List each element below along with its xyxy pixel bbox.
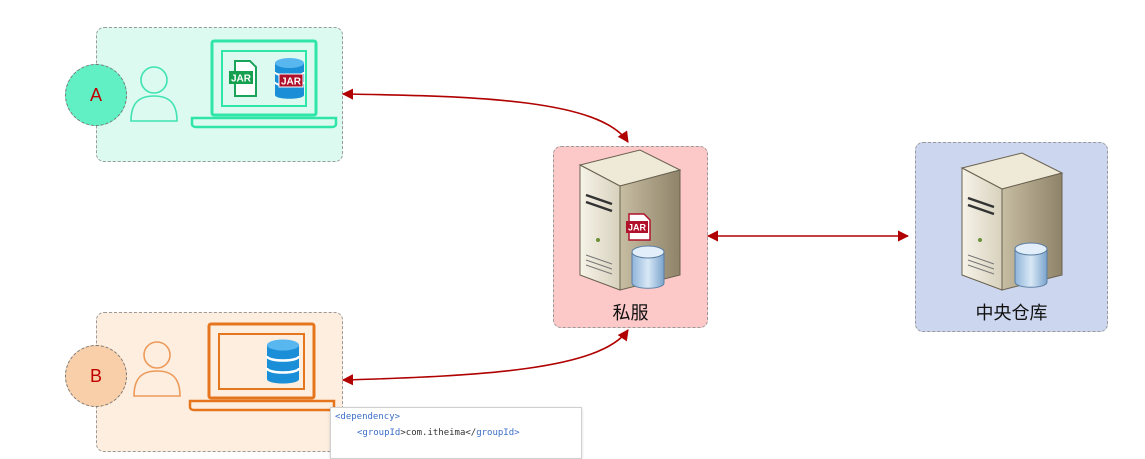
svg-text:JAR: JAR [628, 223, 647, 233]
developer-a-label: A [89, 84, 102, 105]
database-icon [265, 339, 301, 384]
svg-text:JAR: JAR [281, 77, 302, 88]
developer-a-badge: A [65, 64, 127, 126]
jar-file-icon: JAR [229, 60, 257, 97]
dependency-code-snippet: <dependency> <groupId>com.itheima</group… [330, 407, 582, 459]
svg-text:JAR: JAR [231, 74, 252, 85]
user-a-icon [130, 66, 178, 122]
arrow-b-to-private [341, 329, 629, 386]
laptop-b-icon [188, 322, 336, 412]
developer-b-badge: B [65, 345, 127, 407]
developer-b-label: B [89, 365, 102, 386]
private-server-label: 私服 [612, 303, 649, 323]
central-repo-label: 中央仓库 [975, 303, 1048, 323]
arrow-a-to-private [341, 88, 629, 143]
diagram-graphics: JAR JAR JAR [130, 39, 1064, 412]
user-b-icon [133, 341, 181, 397]
database-jar-icon: JAR [274, 58, 305, 99]
code-line-dependency: <dependency> [335, 412, 401, 422]
laptop-a-icon [190, 39, 338, 129]
private-server-icon: JAR [578, 149, 682, 291]
central-server-icon [960, 152, 1064, 291]
code-line-groupid: <groupId>com.itheima</groupId> [357, 428, 520, 438]
